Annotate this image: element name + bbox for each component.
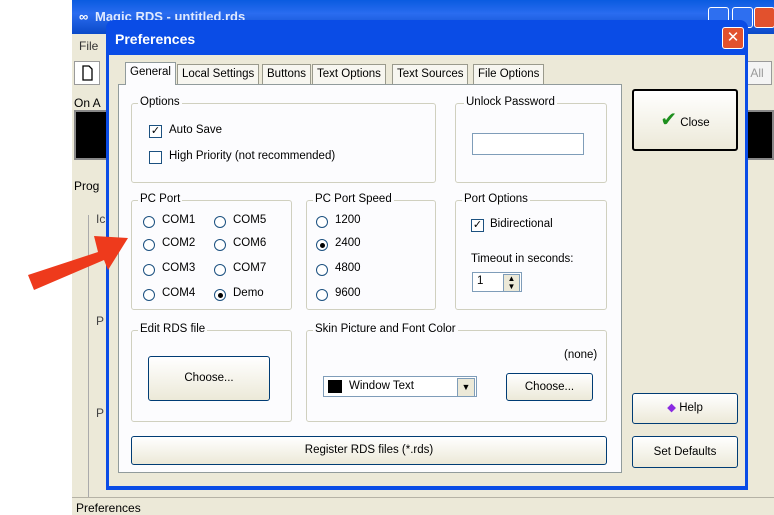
skin-picture-value: (none) — [564, 349, 598, 361]
unlock-password-label: Unlock Password — [464, 96, 557, 108]
radio-com2[interactable] — [143, 239, 155, 251]
skin-label: Skin Picture and Font Color — [313, 323, 458, 335]
font-color-select[interactable]: Window Text ▼ — [323, 376, 477, 397]
options-group — [131, 103, 436, 183]
color-swatch — [328, 380, 342, 393]
tab-buttons[interactable]: Buttons — [262, 64, 311, 84]
bidirectional-label: Bidirectional — [490, 218, 553, 230]
radio-com3[interactable] — [143, 264, 155, 276]
tab-file-options[interactable]: File Options — [473, 64, 545, 84]
status-bar — [72, 497, 774, 515]
dialog-title: Preferences — [115, 31, 196, 47]
timeout-stepper[interactable]: 1 ▲ ▼ — [472, 272, 522, 292]
auto-save-label: Auto Save — [169, 124, 223, 136]
com6-label: COM6 — [233, 237, 267, 249]
radio-com1[interactable] — [143, 216, 155, 228]
radio-speed-2400[interactable] — [316, 239, 328, 251]
radio-com4[interactable] — [143, 289, 155, 301]
demo-label: Demo — [233, 287, 264, 299]
com1-label: COM1 — [162, 214, 196, 226]
help-book-icon: ◆ — [667, 402, 676, 414]
side-letter-3: P — [96, 406, 105, 420]
edit-rds-choose-button[interactable]: Choose... — [148, 356, 270, 401]
radio-speed-4800[interactable] — [316, 264, 328, 276]
unlock-password-input[interactable] — [472, 133, 584, 155]
com2-label: COM2 — [162, 237, 196, 249]
new-file-icon — [82, 65, 93, 81]
side-letter-1: Ic — [96, 212, 106, 226]
help-button[interactable]: ◆ Help — [632, 393, 738, 424]
speed-2400-label: 2400 — [335, 237, 361, 249]
set-defaults-button[interactable]: Set Defaults — [632, 436, 738, 468]
radio-com6[interactable] — [214, 239, 226, 251]
timeout-value: 1 — [477, 275, 484, 287]
timeout-label: Timeout in seconds: — [471, 253, 574, 265]
com5-label: COM5 — [233, 214, 267, 226]
new-file-button[interactable] — [74, 61, 100, 85]
skin-choose-button[interactable]: Choose... — [506, 373, 593, 401]
high-priority-checkbox[interactable] — [149, 151, 162, 164]
pc-port-speed-label: PC Port Speed — [313, 193, 394, 205]
status-text: Preferences — [76, 501, 141, 515]
edit-rds-label: Edit RDS file — [138, 323, 208, 335]
port-options-label: Port Options — [462, 193, 530, 205]
menu-file[interactable]: File — [79, 39, 98, 53]
red-arrow-annotation — [28, 236, 128, 290]
app-icon: ∞ — [79, 9, 89, 24]
help-button-label: Help — [679, 402, 703, 414]
auto-save-checkbox[interactable]: ✓ — [149, 125, 162, 138]
speed-9600-label: 9600 — [335, 287, 361, 299]
font-color-value: Window Text — [349, 380, 414, 392]
side-letter-2: P — [96, 314, 105, 328]
com4-label: COM4 — [162, 287, 196, 299]
high-priority-label: High Priority (not recommended) — [169, 150, 336, 162]
tab-text-sources[interactable]: Text Sources — [392, 64, 469, 84]
register-rds-files-button[interactable]: Register RDS files (*.rds) — [131, 436, 607, 465]
speed-1200-label: 1200 — [335, 214, 361, 226]
com3-label: COM3 — [162, 262, 196, 274]
options-group-label: Options — [138, 96, 182, 108]
tab-general[interactable]: General — [125, 62, 176, 85]
radio-speed-1200[interactable] — [316, 216, 328, 228]
on-air-display — [74, 110, 110, 160]
background-close-button[interactable] — [754, 7, 774, 28]
chevron-down-icon[interactable]: ▼ — [457, 378, 475, 397]
prog-tab[interactable]: Prog — [74, 179, 99, 193]
radio-speed-9600[interactable] — [316, 289, 328, 301]
checkmark-icon: ✔ — [660, 109, 678, 131]
tab-text-options[interactable]: Text Options — [312, 64, 386, 84]
tab-local-settings[interactable]: Local Settings — [177, 64, 260, 84]
close-button[interactable]: ✔ Close — [632, 89, 738, 151]
spin-arrows-icon[interactable]: ▲ ▼ — [503, 274, 520, 292]
close-button-label: Close — [680, 117, 710, 129]
radio-demo[interactable] — [214, 289, 226, 301]
speed-4800-label: 4800 — [335, 262, 361, 274]
radio-com5[interactable] — [214, 216, 226, 228]
pc-port-label: PC Port — [138, 193, 183, 205]
bidirectional-checkbox[interactable]: ✓ — [471, 219, 484, 232]
com7-label: COM7 — [233, 262, 267, 274]
radio-com7[interactable] — [214, 264, 226, 276]
dialog-close-button[interactable]: ✕ — [722, 27, 744, 49]
on-air-label: On A — [74, 96, 101, 110]
pc-port-group — [131, 200, 292, 310]
